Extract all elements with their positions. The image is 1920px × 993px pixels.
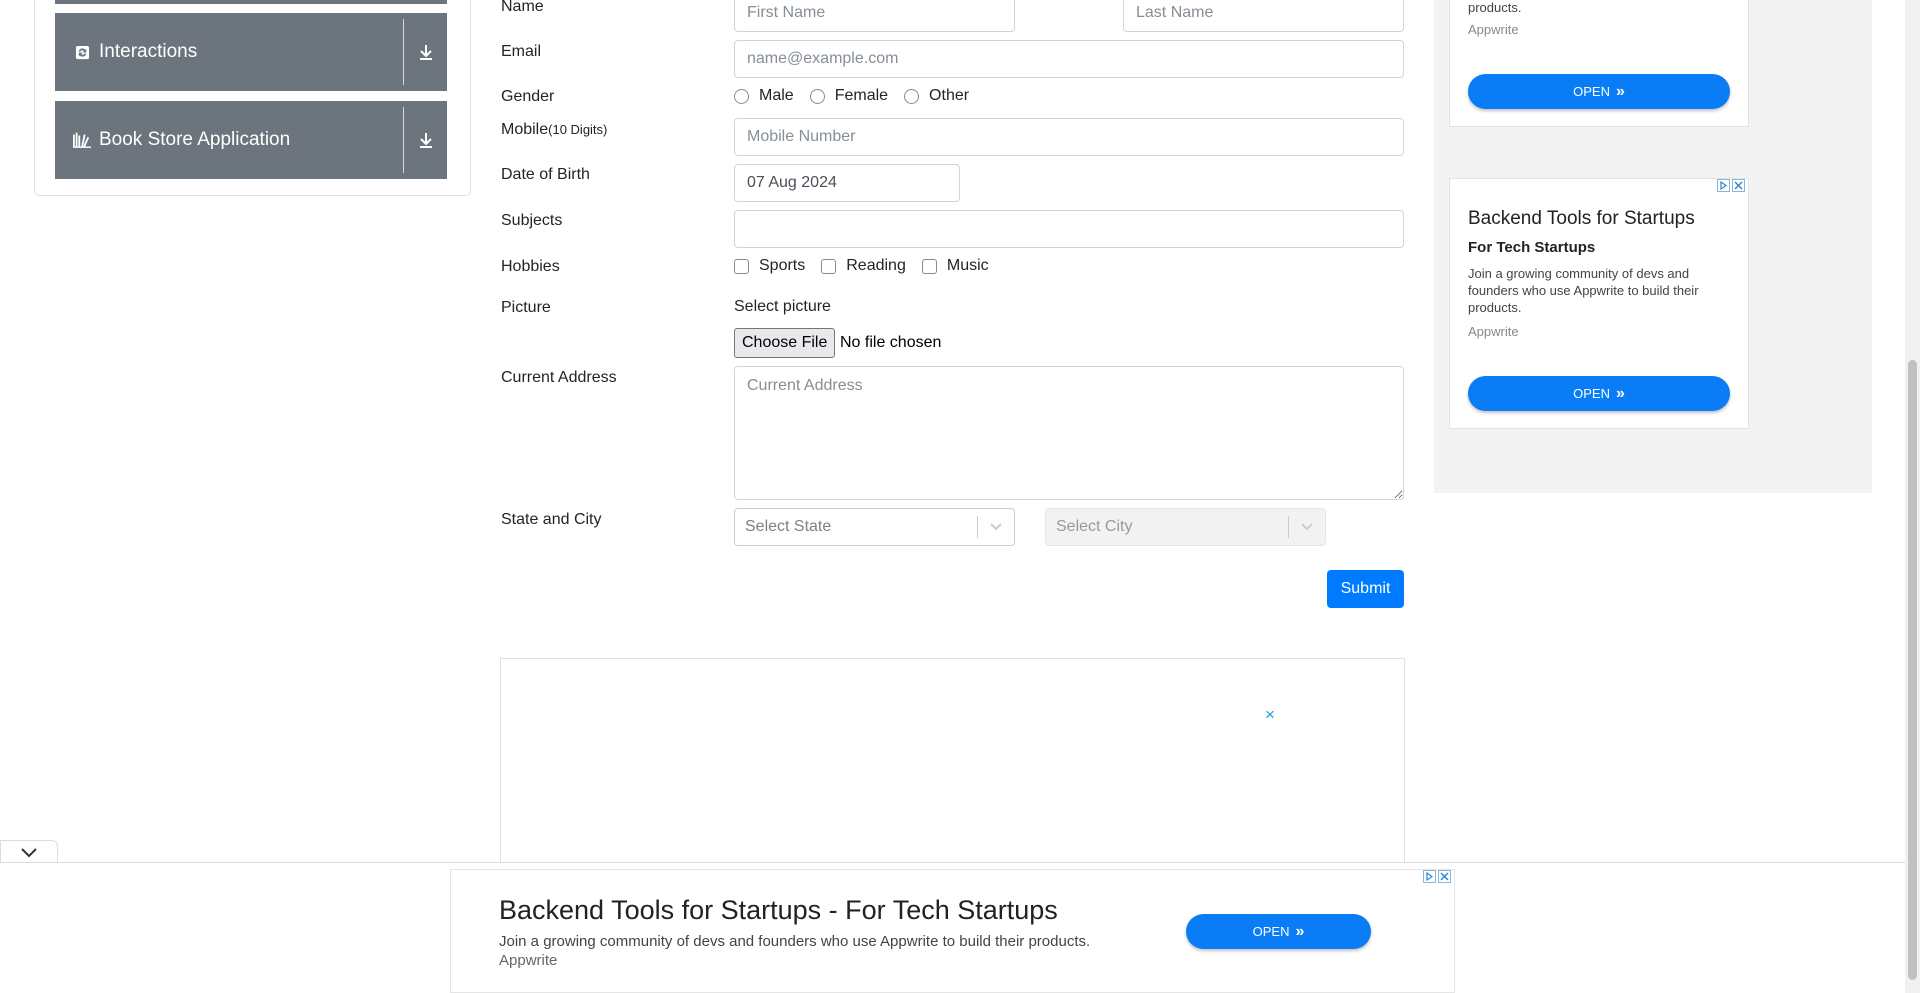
subjects-input[interactable] <box>734 210 1404 248</box>
hobbies-label: Hobbies <box>501 258 560 275</box>
hobby-checkbox-reading[interactable]: Reading <box>821 257 906 275</box>
checkbox-label: Sports <box>759 257 806 274</box>
chevron-right-icon: » <box>1615 384 1625 402</box>
submit-button[interactable]: Submit <box>1327 570 1404 608</box>
checkbox-box[interactable] <box>734 258 749 274</box>
ad-brand: Appwrite <box>1468 324 1519 339</box>
ad-close-icon[interactable]: × <box>1265 705 1275 725</box>
ad-title: Backend Tools for Startups <box>1468 208 1695 229</box>
email-label: Email <box>501 43 542 60</box>
chevron-down-icon[interactable] <box>978 522 1014 532</box>
download-icon[interactable] <box>415 41 437 63</box>
chevron-down-icon[interactable] <box>20 847 38 859</box>
hobby-checkbox-sports[interactable]: Sports <box>734 257 805 275</box>
chevron-right-icon: » <box>1615 82 1625 100</box>
sidebar-group-interactions[interactable]: Interactions <box>55 13 447 91</box>
checkbox-label: Reading <box>846 257 906 274</box>
gender-radio-male[interactable]: Male <box>734 87 794 105</box>
choose-file-button[interactable]: Choose File <box>734 328 836 358</box>
ad-open-label: OPEN <box>1252 924 1290 939</box>
select-picture-text: Select picture <box>734 298 831 315</box>
checkbox-box[interactable] <box>821 258 837 274</box>
gender-radio-other[interactable]: Other <box>904 87 969 105</box>
mobile-hint: (10 Digits) <box>548 122 608 137</box>
last-name-input[interactable] <box>1123 0 1404 32</box>
subjects-label: Subjects <box>501 212 563 229</box>
ad-open-button[interactable]: OPEN » <box>1186 914 1371 949</box>
first-name-input[interactable] <box>734 0 1015 32</box>
name-label: Name <box>501 0 544 15</box>
interactions-icon <box>73 43 91 61</box>
ad-brand: Appwrite <box>499 952 558 969</box>
state-placeholder: Select State <box>745 518 832 535</box>
adchoices-icon[interactable] <box>1423 870 1436 883</box>
dob-label: Date of Birth <box>501 166 590 183</box>
bottom-ad[interactable]: Backend Tools for Startups - For Tech St… <box>450 869 1455 993</box>
current-address-label: Current Address <box>501 369 617 386</box>
radio-circle[interactable] <box>809 88 825 104</box>
gender-label: Gender <box>501 88 555 105</box>
mobile-label-text: Mobile <box>501 121 549 138</box>
current-address-textarea[interactable] <box>734 366 1404 500</box>
sidebar-group-book-store[interactable]: Book Store Application <box>55 101 447 179</box>
email-input[interactable] <box>734 40 1404 78</box>
hobby-checkbox-music[interactable]: Music <box>921 257 989 275</box>
scrollbar-thumb[interactable] <box>1908 360 1917 980</box>
city-select[interactable]: Select City <box>1045 508 1326 546</box>
checkbox-box[interactable] <box>921 258 937 274</box>
ad-open-button[interactable]: OPEN » <box>1468 74 1730 109</box>
ad-body-text: Join a growing community of devs and fou… <box>1468 266 1699 315</box>
city-placeholder: Select City <box>1056 518 1133 535</box>
radio-circle[interactable] <box>734 88 749 104</box>
ad-open-button[interactable]: OPEN » <box>1468 376 1730 411</box>
download-icon[interactable] <box>415 129 437 151</box>
sidebar-group-top-edge <box>55 0 447 4</box>
radio-label: Female <box>834 87 889 104</box>
sidebar-group-label: Interactions <box>99 41 198 62</box>
ad-body-text: products. <box>1468 0 1522 15</box>
state-select[interactable]: Select State <box>734 508 1015 546</box>
ad-close-icon[interactable] <box>1732 179 1745 192</box>
state-city-label: State and City <box>501 511 602 528</box>
ad-title: Backend Tools for Startups - For Tech St… <box>499 895 1058 925</box>
gender-radio-group: Male Female Other <box>734 87 985 105</box>
ad-body-text: Join a growing community of devs and fou… <box>499 933 1091 950</box>
radio-label: Other <box>929 87 970 104</box>
ad-brand: Appwrite <box>1468 22 1519 37</box>
ad-subtitle: For Tech Startups <box>1468 239 1596 256</box>
dob-input[interactable] <box>734 164 960 202</box>
ad-open-label: OPEN <box>1573 84 1610 99</box>
chevron-right-icon: » <box>1295 922 1305 940</box>
group-divider <box>403 107 404 173</box>
gender-radio-female[interactable]: Female <box>809 87 889 105</box>
right-ad-card[interactable]: Backend Tools for Startups For Tech Star… <box>1449 178 1749 429</box>
adchoices-icon[interactable] <box>1717 179 1730 192</box>
group-divider <box>403 19 404 85</box>
radio-circle[interactable] <box>904 88 920 104</box>
chevron-down-icon[interactable] <box>1289 522 1325 532</box>
mobile-label: Mobile(10 Digits) <box>501 120 607 140</box>
content-ad-frame: × <box>500 658 1405 868</box>
no-file-text: No file chosen <box>840 334 942 351</box>
checkbox-label: Music <box>946 257 989 274</box>
mobile-input[interactable] <box>734 118 1404 156</box>
ad-close-icon[interactable] <box>1438 870 1451 883</box>
picture-label: Picture <box>501 299 551 316</box>
book-icon <box>73 131 91 149</box>
sidebar-group-label: Book Store Application <box>99 129 291 150</box>
ad-open-label: OPEN <box>1573 386 1610 401</box>
radio-label: Male <box>759 87 794 104</box>
right-ad-card-top[interactable]: products. Appwrite OPEN » <box>1449 0 1749 127</box>
hobbies-checkbox-group: Sports Reading Music <box>734 257 1005 275</box>
